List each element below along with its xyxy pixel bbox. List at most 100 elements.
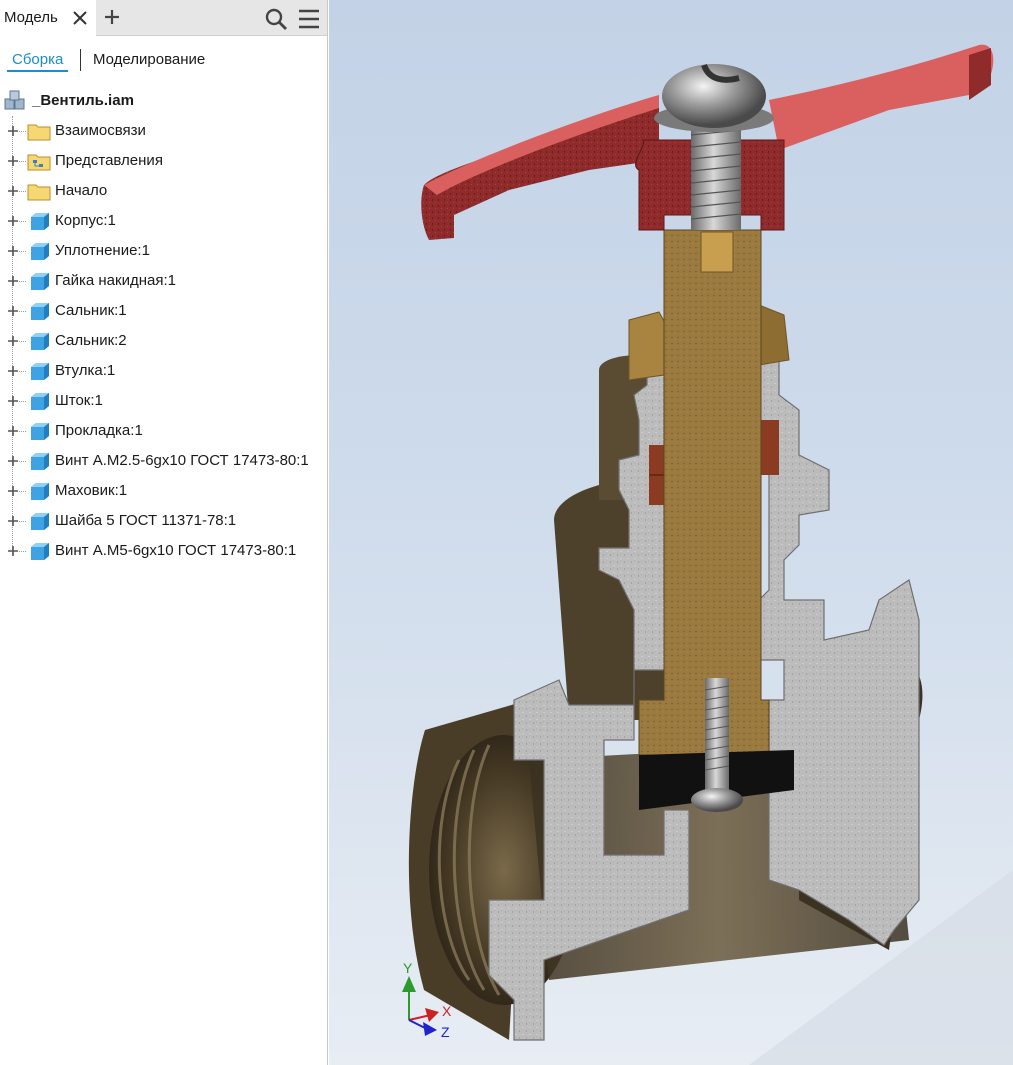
- menu-icon[interactable]: [297, 8, 321, 30]
- tree-connector: [19, 251, 26, 252]
- expand-icon[interactable]: [6, 334, 20, 348]
- add-tab-icon[interactable]: [102, 7, 122, 27]
- tree-item[interactable]: Винт А.М5-6gx10 ГОСТ 17473-80:1: [0, 536, 327, 566]
- search-icon[interactable]: [264, 7, 288, 31]
- part-icon: [31, 303, 49, 320]
- part-icon: [31, 243, 49, 260]
- tab-assembly[interactable]: Сборка: [7, 51, 69, 72]
- small-screw-head: [691, 788, 743, 812]
- browser-tab-bar: Модель: [0, 0, 327, 36]
- handwheel-right-end: [969, 48, 991, 100]
- part-icon: [31, 423, 49, 440]
- top-screw-head: [662, 64, 766, 128]
- tree-item[interactable]: Корпус:1: [0, 206, 327, 236]
- z-axis-arrow-icon: [423, 1022, 437, 1036]
- representations-folder-icon: [27, 154, 51, 171]
- z-axis-label: Z: [441, 1024, 450, 1040]
- tree-connector: [19, 521, 26, 522]
- tree-connector: [19, 161, 26, 162]
- view-tabs: Сборка Моделирование: [0, 46, 327, 76]
- tree-item[interactable]: Маховик:1: [0, 476, 327, 506]
- part-icon: [31, 333, 49, 350]
- close-icon[interactable]: [70, 8, 90, 28]
- tree-connector: [19, 431, 26, 432]
- tree-item[interactable]: Уплотнение:1: [0, 236, 327, 266]
- y-axis-label: Y: [403, 960, 413, 976]
- tree-item-label: Уплотнение:1: [55, 242, 150, 259]
- 3d-viewport[interactable]: Y X Z: [329, 0, 1013, 1065]
- tree-item[interactable]: Шток:1: [0, 386, 327, 416]
- tree-connector: [19, 551, 26, 552]
- bushing-left: [628, 311, 670, 381]
- bushing-right: [758, 304, 790, 366]
- tree-root[interactable]: _Вентиль.iam: [0, 86, 327, 116]
- tree-item-label: Втулка:1: [55, 362, 116, 379]
- assembly-icon: [4, 90, 25, 110]
- expand-icon[interactable]: [6, 274, 20, 288]
- tree-connector: [19, 311, 26, 312]
- tree-item-label: Винт А.М2.5-6gx10 ГОСТ 17473-80:1: [55, 452, 309, 469]
- tab-modeling[interactable]: Моделирование: [93, 51, 205, 68]
- tree-item[interactable]: Взаимосвязи: [0, 116, 327, 146]
- expand-icon[interactable]: [6, 244, 20, 258]
- tree-connector: [19, 341, 26, 342]
- part-icon: [31, 513, 49, 530]
- tree-connector: [19, 371, 26, 372]
- expand-icon[interactable]: [6, 214, 20, 228]
- tree-item-label: Винт А.М5-6gx10 ГОСТ 17473-80:1: [55, 542, 297, 559]
- tree-item[interactable]: Представления: [0, 146, 327, 176]
- tree-item[interactable]: Гайка накидная:1: [0, 266, 327, 296]
- tree-item[interactable]: Шайба 5 ГОСТ 11371-78:1: [0, 506, 327, 536]
- part-icon: [31, 543, 49, 560]
- y-axis-arrow-icon: [402, 976, 416, 992]
- tree-item-label: Взаимосвязи: [55, 122, 146, 139]
- model-browser-panel: Модель Сборка Моделирование _Вентиль.iam…: [0, 0, 328, 1065]
- top-screw-shank: [691, 120, 741, 230]
- tree-connector: [19, 221, 26, 222]
- expand-icon[interactable]: [6, 364, 20, 378]
- expand-icon[interactable]: [6, 124, 20, 138]
- tree-root-label: _Вентиль.iam: [32, 92, 134, 109]
- folder-icon: [27, 124, 51, 141]
- tree-connector: [19, 281, 26, 282]
- part-icon: [31, 273, 49, 290]
- tree-item-label: Маховик:1: [55, 482, 128, 499]
- tab-model[interactable]: Модель: [0, 0, 96, 36]
- expand-icon[interactable]: [6, 304, 20, 318]
- tree-item[interactable]: Винт А.М2.5-6gx10 ГОСТ 17473-80:1: [0, 446, 327, 476]
- expand-icon[interactable]: [6, 544, 20, 558]
- expand-icon[interactable]: [6, 154, 20, 168]
- expand-icon[interactable]: [6, 484, 20, 498]
- tree-item-label: Прокладка:1: [55, 422, 143, 439]
- valve-section-model[interactable]: Y X Z: [329, 0, 1013, 1065]
- x-axis-arrow-icon: [425, 1008, 439, 1022]
- stem-thread-insert: [700, 231, 734, 273]
- tree-item[interactable]: Втулка:1: [0, 356, 327, 386]
- part-icon: [31, 483, 49, 500]
- tree-item[interactable]: Прокладка:1: [0, 416, 327, 446]
- expand-icon[interactable]: [6, 454, 20, 468]
- tree-item-label: Гайка накидная:1: [55, 272, 176, 289]
- tree-connector: [19, 191, 26, 192]
- tree-item-label: Сальник:2: [55, 332, 127, 349]
- tree-item[interactable]: Начало: [0, 176, 327, 206]
- small-screw-shank: [705, 678, 729, 793]
- tree-item-label: Сальник:1: [55, 302, 127, 319]
- tree-connector: [19, 401, 26, 402]
- model-tree: _Вентиль.iam Взаимосвязи Представления Нач…: [0, 86, 327, 566]
- tree-item-label: Представления: [55, 152, 163, 169]
- expand-icon[interactable]: [6, 394, 20, 408]
- tree-connector: [19, 131, 26, 132]
- tab-separator: [80, 49, 81, 71]
- part-icon: [31, 213, 49, 230]
- tab-model-label: Модель: [4, 9, 58, 26]
- part-icon: [31, 393, 49, 410]
- expand-icon[interactable]: [6, 184, 20, 198]
- tree-item[interactable]: Сальник:2: [0, 326, 327, 356]
- tree-connector: [19, 491, 26, 492]
- expand-icon[interactable]: [6, 424, 20, 438]
- tree-item-label: Шайба 5 ГОСТ 11371-78:1: [55, 512, 237, 529]
- tree-item[interactable]: Сальник:1: [0, 296, 327, 326]
- folder-icon: [27, 184, 51, 201]
- expand-icon[interactable]: [6, 514, 20, 528]
